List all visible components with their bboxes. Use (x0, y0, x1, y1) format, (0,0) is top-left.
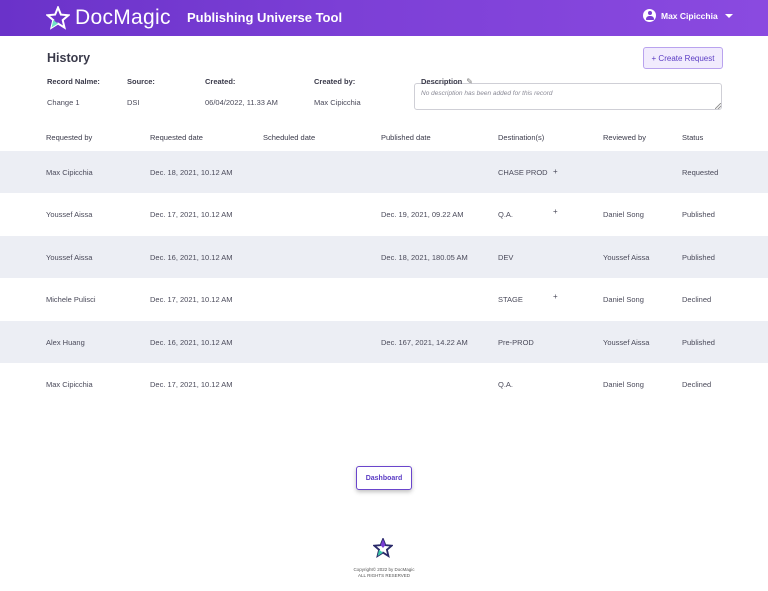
top-navigation-bar: DocMagic Publishing Universe Tool Max Ci… (0, 0, 768, 36)
cell-destination: DEV (498, 253, 514, 262)
created-by-value: Max Cipicchia (314, 98, 361, 107)
col-header-requested-by[interactable]: Requested by (46, 133, 92, 142)
cell-requested-by: Youssef Aissa (46, 210, 93, 219)
created-by-label: Created by: (314, 77, 356, 86)
plus-icon[interactable]: + (553, 292, 558, 301)
table-row[interactable]: Max Cipicchia Dec. 18, 2021, 10.12 AM CH… (0, 151, 768, 193)
plus-icon[interactable]: + (553, 207, 558, 216)
cell-published-date: Dec. 167, 2021, 14.22 AM (381, 338, 468, 347)
created-value: 06/04/2022, 11.33 AM (205, 98, 278, 107)
source-value: DSI (127, 98, 140, 107)
pencil-icon[interactable]: ✎ (466, 77, 473, 86)
description-placeholder: No description has been added for this r… (421, 90, 553, 97)
cell-destination: Pre-PROD (498, 338, 534, 347)
page-title: History (47, 51, 91, 65)
cell-reviewed-by: Daniel Song (603, 380, 644, 389)
cell-destination: Q.A. (498, 210, 514, 219)
docmagic-logo[interactable]: DocMagic (46, 5, 171, 31)
cell-requested-date: Dec. 17, 2021, 10.12 AM (150, 380, 233, 389)
copyright-text: Copyright© 2022 by DocMagic ALL RIGHTS R… (300, 567, 468, 579)
cell-requested-by: Max Cipicchia (46, 168, 93, 177)
col-header-reviewed-by[interactable]: Reviewed by (603, 133, 646, 142)
chevron-down-icon[interactable] (724, 13, 733, 18)
plus-icon[interactable]: + (553, 167, 558, 176)
record-name-label: Record Nalme: (47, 77, 100, 86)
cell-requested-date: Dec. 17, 2021, 10.12 AM (150, 210, 233, 219)
cell-status: Requested (682, 168, 719, 177)
user-menu[interactable]: Max Cipicchia (643, 9, 733, 22)
cell-requested-by: Michele Pulisci (46, 295, 96, 304)
star-logo-icon (373, 538, 393, 558)
cell-requested-date: Dec. 16, 2021, 10.12 AM (150, 253, 233, 262)
col-header-published-date[interactable]: Published date (381, 133, 431, 142)
cell-destination: CHASE PROD (498, 168, 548, 177)
record-name-value: Change 1 (47, 98, 80, 107)
cell-status: Published (682, 210, 715, 219)
source-label: Source: (127, 77, 155, 86)
cell-published-date: Dec. 19, 2021, 09.22 AM (381, 210, 464, 219)
star-logo-icon (46, 6, 70, 30)
create-request-button[interactable]: + Create Request (643, 47, 723, 69)
cell-requested-date: Dec. 17, 2021, 10.12 AM (150, 295, 233, 304)
col-header-requested-date[interactable]: Requested date (150, 133, 203, 142)
table-row[interactable]: Youssef Aissa Dec. 17, 2021, 10.12 AM De… (0, 193, 768, 235)
description-label-group: Description ✎ (421, 77, 473, 86)
table-row[interactable]: Alex Huang Dec. 16, 2021, 10.12 AM Dec. … (0, 321, 768, 363)
col-header-destinations[interactable]: Destination(s) (498, 133, 544, 142)
cell-requested-by: Youssef Aissa (46, 253, 93, 262)
description-label: Description (421, 77, 463, 86)
cell-requested-date: Dec. 16, 2021, 10.12 AM (150, 338, 233, 347)
resize-handle-icon[interactable] (715, 103, 721, 109)
cell-destination: Q.A. (498, 380, 514, 389)
cell-requested-date: Dec. 18, 2021, 10.12 AM (150, 168, 233, 177)
cell-reviewed-by: Youssef Aissa (603, 338, 650, 347)
brand-name: DocMagic (75, 6, 171, 29)
rights-line: ALL RIGHTS RESERVED (357, 573, 411, 578)
table-row[interactable]: Michele Pulisci Dec. 17, 2021, 10.12 AM … (0, 278, 768, 320)
table-row[interactable]: Youssef Aissa Dec. 16, 2021, 10.12 AM De… (0, 236, 768, 278)
user-name: Max Cipicchia (661, 10, 718, 21)
cell-status: Published (682, 253, 715, 262)
col-header-status[interactable]: Status (682, 133, 703, 142)
cell-reviewed-by: Daniel Song (603, 295, 644, 304)
created-label: Created: (205, 77, 236, 86)
user-avatar-icon (643, 9, 656, 22)
cell-status: Published (682, 338, 715, 347)
cell-reviewed-by: Youssef Aissa (603, 253, 650, 262)
dashboard-button[interactable]: Dashboard (356, 466, 412, 490)
table-row[interactable]: Max Cipicchia Dec. 17, 2021, 10.12 AM Q.… (0, 363, 768, 405)
cell-requested-by: Max Cipicchia (46, 380, 93, 389)
cell-destination: STAGE (498, 295, 523, 304)
cell-published-date: Dec. 18, 2021, 180.05 AM (381, 253, 468, 262)
cell-reviewed-by: Daniel Song (603, 210, 644, 219)
app-title: Publishing Universe Tool (187, 10, 343, 25)
cell-status: Declined (682, 380, 712, 389)
cell-requested-by: Alex Huang (46, 338, 85, 347)
col-header-scheduled-date[interactable]: Scheduled date (263, 133, 315, 142)
cell-status: Declined (682, 295, 712, 304)
